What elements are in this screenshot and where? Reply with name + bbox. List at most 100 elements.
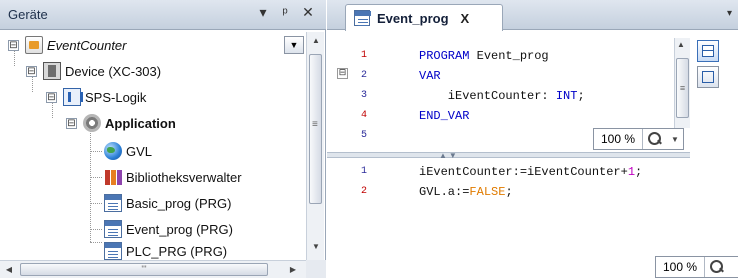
pou-icon [354, 10, 371, 26]
pin-icon[interactable]: ᵖ [276, 4, 294, 20]
pou-icon [104, 220, 122, 238]
tree-item-label: EventCounter [47, 37, 127, 53]
close-pane-icon[interactable]: ✕ [299, 4, 317, 21]
code-token: PROGRAM [419, 49, 470, 63]
splitter-grip-icon[interactable]: ▲▼ [439, 151, 459, 160]
scroll-left-arrow-icon[interactable]: ◀ [0, 261, 18, 278]
project-icon [25, 36, 43, 54]
tree-connector [90, 229, 102, 230]
tree-item-label: GVL [126, 143, 153, 159]
scroll-thumb[interactable]: ''' [20, 263, 268, 276]
tree-connector [90, 151, 102, 152]
pou-icon [104, 194, 122, 212]
code-token: ; [635, 165, 643, 179]
scroll-up-arrow-icon[interactable]: ▲ [677, 40, 685, 49]
code-line[interactable]: iEventCounter: INT; [419, 86, 585, 106]
declaration-zoom-control[interactable]: 100 % ▼ [593, 128, 684, 150]
editor-splitter[interactable]: ▲▼ [327, 151, 690, 160]
table-view-icon [702, 71, 714, 83]
code-token: 1 [627, 165, 636, 179]
declaration-tabular-view-button[interactable] [697, 66, 719, 88]
code-line[interactable]: iEventCounter:=iEventCounter+1; [419, 162, 642, 182]
collapse-icon[interactable]: ⊟ [8, 39, 19, 51]
tab-list-dropdown-icon[interactable]: ▾ [727, 8, 732, 19]
scroll-corner [306, 260, 326, 278]
code-token: iEventCounter:=iEventCounter+ [419, 165, 628, 179]
collapse-icon[interactable]: ⊟ [66, 117, 77, 129]
implementation-zoom-control[interactable]: 100 % [655, 256, 738, 278]
tree-item-label: Bibliotheksverwalter [126, 169, 242, 185]
zoom-value: 100 % [594, 129, 644, 149]
tab-label: Event_prog [377, 10, 449, 26]
code-token: GVL.a:= [419, 185, 470, 199]
tab-event-prog[interactable]: Event_prog X [345, 4, 503, 31]
code-line[interactable]: END_VAR [419, 106, 469, 126]
zoom-value: 100 % [656, 257, 706, 277]
tree-connector [90, 130, 91, 242]
globe-icon [104, 142, 122, 160]
tree-item-label: Device (XC-303) [65, 63, 162, 79]
editor-tab-strip: Event_prog X ▾ [327, 0, 738, 31]
tree-item-device[interactable]: ⊟ Device (XC-303) [26, 58, 161, 84]
device-icon [43, 62, 61, 80]
text-view-icon [702, 45, 714, 57]
library-icon [104, 168, 122, 186]
close-tab-icon[interactable]: X [461, 11, 470, 26]
tree-vertical-scrollbar[interactable]: ▲ ▼ [306, 32, 324, 260]
tree-item-label: Application [105, 115, 176, 131]
scroll-down-arrow-icon[interactable]: ▼ [307, 238, 325, 256]
scroll-thumb[interactable] [309, 54, 322, 204]
code-token: INT [555, 89, 578, 103]
zoom-dropdown-icon[interactable]: ▼ [667, 135, 683, 144]
line-number: 2 [360, 70, 367, 81]
scroll-right-arrow-icon[interactable]: ▶ [284, 261, 302, 278]
tree-connector [90, 242, 102, 243]
tree-item-basic-prog[interactable]: Basic_prog (PRG) [104, 190, 231, 216]
line-number: 5 [360, 130, 367, 141]
line-number: 2 [360, 186, 367, 197]
declaration-textual-view-button[interactable] [697, 40, 719, 62]
tree-connector [90, 203, 102, 204]
collapse-icon[interactable]: ⊟ [26, 65, 37, 77]
code-line[interactable]: GVL.a:=FALSE; [419, 182, 513, 202]
tree-item-eventcounter[interactable]: ⊟ EventCounter [8, 32, 127, 58]
zoom-magnifier-icon[interactable] [643, 129, 667, 149]
devices-pane-header: Geräte ▾ ᵖ ✕ [0, 0, 326, 30]
device-tree: ⊟ EventCounter ⊟ Device (XC-303) ⊟ SPS-L… [0, 30, 306, 260]
code-token: iEventCounter: [419, 89, 556, 103]
line-number: 1 [360, 50, 367, 61]
line-number: 1 [360, 166, 367, 177]
tree-item-label: Basic_prog (PRG) [126, 195, 232, 211]
tree-item-sps-logik[interactable]: ⊟ SPS-Logik [46, 84, 146, 110]
tree-item-label: SPS-Logik [85, 89, 147, 105]
scroll-up-arrow-icon[interactable]: ▲ [307, 32, 325, 50]
scroll-thumb[interactable]: ≡ [676, 58, 689, 118]
code-line[interactable]: VAR [419, 66, 441, 86]
tree-connector [90, 177, 102, 178]
tree-options-dropdown[interactable]: ▼ [284, 36, 304, 54]
editor-pane: Event_prog X ▾ ⊟ 1 PROGRAM Event_prog 2 VAR… [327, 0, 738, 278]
tree-item-bibliotheksverwalter[interactable]: Bibliotheksverwalter [104, 164, 242, 190]
application-icon [83, 114, 101, 132]
tree-item-gvl[interactable]: GVL [104, 138, 152, 164]
pane-menu-dropdown-icon[interactable]: ▾ [254, 4, 272, 21]
code-token: ; [505, 185, 513, 199]
code-token: END_VAR [419, 109, 470, 123]
tree-horizontal-scrollbar[interactable]: ◀ ''' ▶ [0, 260, 306, 278]
zoom-magnifier-icon[interactable] [705, 257, 729, 277]
devices-pane: Geräte ▾ ᵖ ✕ ⊟ EventCounter ⊟ Device (XC… [0, 0, 326, 278]
tree-item-plc-prg[interactable]: PLC_PRG (PRG) [104, 238, 227, 260]
line-number: 4 [360, 110, 367, 121]
code-line[interactable]: PROGRAM Event_prog [419, 46, 549, 66]
plc-logic-icon [63, 88, 83, 106]
tree-item-application[interactable]: ⊟ Application [66, 110, 176, 136]
tree-item-label: Event_prog (PRG) [126, 221, 233, 237]
code-token: VAR [419, 69, 441, 83]
code-token: ; [577, 89, 585, 103]
collapse-icon[interactable]: ⊟ [46, 91, 57, 103]
devices-pane-title: Geräte [8, 7, 48, 22]
declaration-vertical-scrollbar[interactable]: ▲ ≡ [674, 38, 690, 128]
code-token: FALSE [469, 185, 506, 199]
line-number: 3 [360, 90, 367, 101]
pou-icon [104, 242, 122, 260]
